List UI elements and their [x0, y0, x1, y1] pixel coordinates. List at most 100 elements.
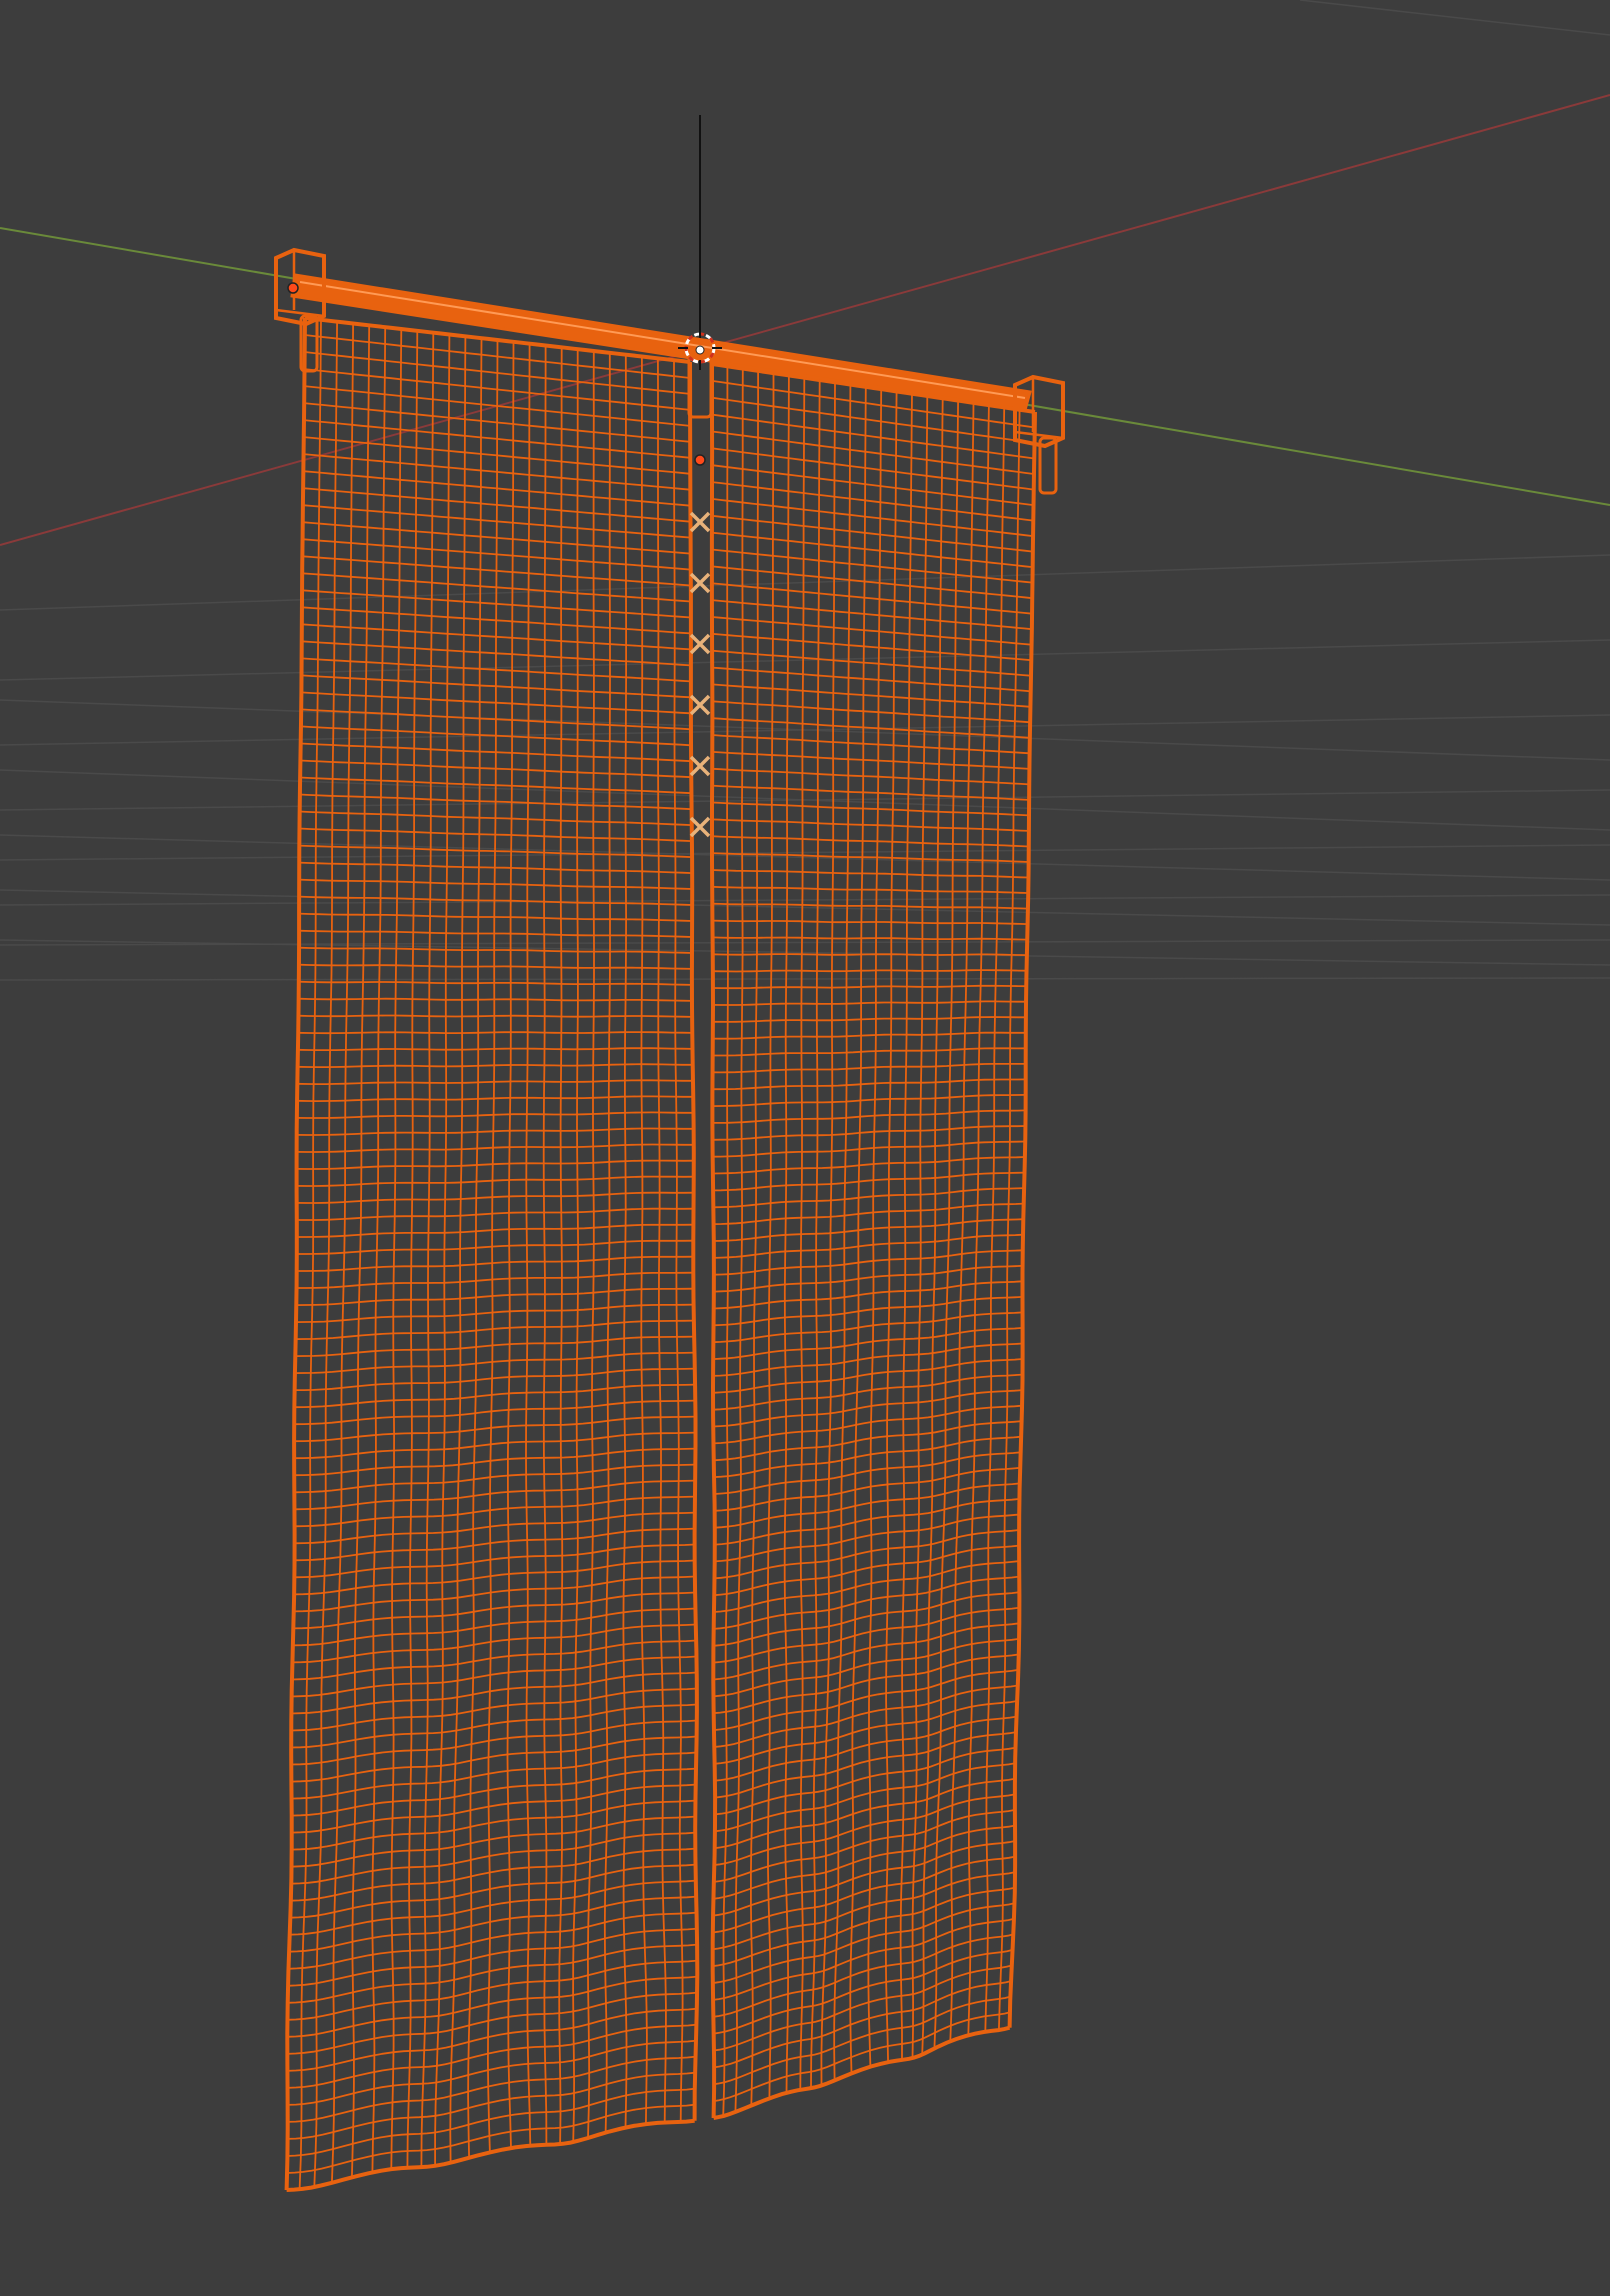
mesh-edge: [711, 632, 1032, 662]
mesh-edge: [293, 1575, 695, 1613]
mesh-edge: [298, 980, 692, 986]
mesh-edge: [713, 1296, 1023, 1327]
mesh-edge: [291, 1735, 697, 1783]
mesh-edge: [299, 878, 693, 890]
mesh-edge: [714, 1513, 1020, 1563]
mesh-edge: [294, 1383, 696, 1409]
x-marker: [689, 633, 711, 655]
mesh-edge: [287, 2071, 696, 2140]
mesh-edge: [294, 1447, 696, 1477]
mesh-edge: [712, 953, 1027, 956]
mesh-edge: [294, 1463, 696, 1494]
grid-line: [0, 939, 1610, 966]
mesh-edge: [294, 1495, 696, 1528]
mesh-edge: [296, 1271, 694, 1289]
curtain-rod[interactable]: [290, 273, 1032, 412]
mesh-edge: [287, 2087, 695, 2157]
mesh-edge: [711, 869, 1029, 879]
mesh-edge: [713, 1980, 1012, 2069]
mesh-edge: [287, 2055, 696, 2123]
mesh-edge: [712, 984, 1027, 990]
mesh-edge: [713, 1327, 1023, 1360]
mesh-edge: [296, 1207, 694, 1221]
mesh-edge: [287, 2103, 695, 2174]
mesh-edge: [296, 1255, 694, 1272]
mesh-edge: [711, 531, 1033, 568]
mesh-edge: [294, 1511, 695, 1545]
x-marker: [689, 572, 711, 594]
mesh-edge: [713, 1311, 1023, 1344]
origin-dot: [287, 282, 299, 294]
mesh-edge: [711, 498, 1034, 537]
grid-line: [0, 769, 1610, 831]
mesh-edge: [711, 835, 1029, 848]
grid-line: [1299, 0, 1610, 36]
floor-grid: [0, 0, 1610, 981]
mesh-edge: [296, 1287, 694, 1306]
mesh-edge: [711, 548, 1033, 584]
x-marker: [689, 511, 711, 533]
mesh-edge: [711, 447, 1034, 491]
grid-line: [0, 894, 1610, 906]
grid-line: [0, 977, 1610, 981]
mesh-edge: [296, 1191, 694, 1204]
viewport-canvas[interactable]: [0, 0, 1610, 2296]
mesh-edge: [294, 1479, 696, 1511]
mesh-edge: [712, 734, 1030, 755]
mesh-edge: [711, 818, 1029, 832]
curtain-bracket-left[interactable]: [274, 247, 326, 373]
mesh-edge: [711, 599, 1032, 631]
mesh-edge: [711, 616, 1032, 646]
mesh-edge: [712, 919, 1028, 925]
mesh-edge: [295, 1319, 694, 1340]
curtain-panel-right[interactable]: [709, 362, 1037, 2120]
mesh-edge: [713, 2011, 1011, 2102]
grid-line: [0, 889, 1610, 926]
mesh-edge: [286, 2118, 695, 2192]
mesh-edge: [291, 1703, 697, 1749]
mesh-edge: [711, 565, 1033, 600]
mesh-edge: [713, 2025, 1011, 2120]
grid-line: [0, 699, 1610, 761]
3d-viewport[interactable]: [0, 0, 1610, 2296]
mesh-edge: [712, 1000, 1026, 1006]
mesh-edge: [296, 1159, 694, 1170]
x-marker: [689, 755, 711, 777]
mesh-edge: [291, 1751, 697, 1800]
mesh-edge: [294, 1527, 695, 1562]
grid-line: [0, 554, 1610, 611]
mesh-edge: [291, 1719, 697, 1766]
mesh-edge: [712, 767, 1030, 786]
mesh-edge: [712, 969, 1027, 973]
mesh-edge: [712, 700, 1031, 724]
mesh-edge: [298, 997, 693, 1002]
mesh-edge: [296, 1127, 694, 1136]
mesh-edge: [711, 852, 1029, 863]
mesh-edge: [296, 1095, 694, 1103]
mesh-edge: [297, 1079, 693, 1085]
mesh-edge: [296, 1111, 694, 1119]
mesh-edge: [711, 481, 1034, 522]
mesh-edge: [287, 1959, 698, 2021]
mesh-edge: [298, 1031, 693, 1035]
rod-body: [290, 273, 1032, 412]
mesh-edge: [299, 929, 693, 938]
mesh-edge: [298, 963, 692, 970]
mesh-edge: [713, 1637, 1020, 1698]
mesh-edge: [712, 751, 1030, 770]
mesh-edge: [712, 1373, 1023, 1411]
mesh-edge: [297, 1063, 693, 1068]
mesh-edge: [711, 464, 1034, 506]
mesh-edge: [291, 1767, 697, 1817]
mesh-edge: [712, 885, 1029, 894]
mesh-edge: [294, 1559, 695, 1596]
mesh-edge: [296, 1239, 694, 1255]
mesh-edge: [296, 1175, 694, 1187]
mesh-edge: [296, 1143, 694, 1153]
mesh-edge: [712, 1358, 1023, 1394]
mesh-edge: [295, 1303, 694, 1323]
mesh-edge: [294, 1543, 695, 1579]
mesh-edge: [287, 1975, 698, 2038]
mesh-edge: [712, 936, 1028, 941]
mesh-edge: [712, 1342, 1023, 1377]
